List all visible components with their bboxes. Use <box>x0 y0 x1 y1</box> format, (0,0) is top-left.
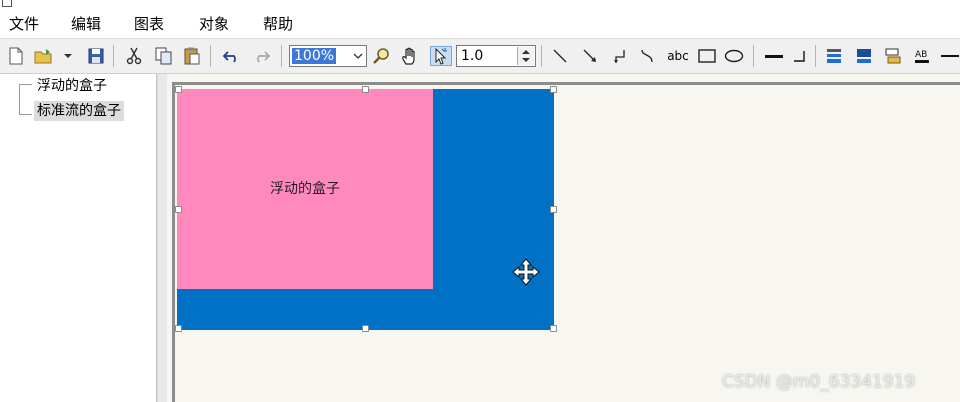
ellipse-icon[interactable] <box>724 46 744 66</box>
separator <box>753 45 754 67</box>
corner-line-icon[interactable] <box>790 46 810 66</box>
menu-bar: 文件 编辑 图表 对象 帮助 <box>0 8 960 39</box>
selection-handle[interactable] <box>550 325 557 332</box>
shadow-icon[interactable] <box>883 46 903 66</box>
spin-down-icon[interactable] <box>522 58 530 62</box>
zoom-combobox[interactable]: 100% <box>289 45 367 67</box>
text-tool-icon[interactable]: abc <box>664 46 692 66</box>
tree-connector <box>19 84 20 114</box>
line-color-icon[interactable] <box>854 46 874 66</box>
arrow-line-icon[interactable] <box>580 46 600 66</box>
new-file-icon[interactable] <box>6 46 26 66</box>
selection-handle[interactable] <box>175 206 182 213</box>
floating-box-label: 浮动的盒子 <box>270 181 340 197</box>
dash-icon[interactable] <box>940 46 960 66</box>
selection-handle[interactable] <box>362 86 369 93</box>
menu-edit[interactable]: 编辑 <box>71 13 101 34</box>
curved-connector-icon[interactable] <box>637 46 657 66</box>
title-bar <box>0 0 960 8</box>
elbow-connector-icon[interactable] <box>609 46 629 66</box>
hand-icon[interactable] <box>400 46 420 66</box>
tree-item-floating-box[interactable]: 浮动的盒子 <box>34 76 110 96</box>
open-folder-icon[interactable] <box>34 46 54 66</box>
zoom-icon[interactable] <box>371 46 391 66</box>
move-cursor-icon <box>512 258 540 286</box>
selection-handle[interactable] <box>175 86 182 93</box>
menu-chart[interactable]: 图表 <box>134 13 164 34</box>
redo-icon[interactable] <box>251 46 271 66</box>
dropdown-arrow-icon[interactable] <box>62 46 74 66</box>
watermark: CSDN @m0_63341919 <box>722 372 916 392</box>
separator <box>281 45 282 67</box>
selection-handle[interactable] <box>550 206 557 213</box>
floating-box[interactable]: 浮动的盒子 <box>177 89 433 289</box>
tree-connector <box>19 114 32 115</box>
copy-icon[interactable] <box>154 46 174 66</box>
menu-file[interactable]: 文件 <box>9 13 39 34</box>
separator <box>113 45 114 67</box>
line-width-spinner[interactable]: 1.0 <box>456 45 536 67</box>
separator <box>210 45 211 67</box>
undo-icon[interactable] <box>222 46 242 66</box>
spinner-buttons[interactable] <box>517 47 534 65</box>
svg-text:AB: AB <box>915 50 927 60</box>
font-color-icon[interactable]: AB <box>912 46 932 66</box>
tree-item-normal-flow-box[interactable]: 标准流的盒子 <box>34 101 124 121</box>
app-icon <box>2 0 12 7</box>
pointer-icon[interactable] <box>430 46 452 66</box>
menu-object[interactable]: 对象 <box>199 13 229 34</box>
canvas-border <box>172 82 175 402</box>
save-icon[interactable] <box>86 46 106 66</box>
chevron-down-icon[interactable] <box>352 46 364 72</box>
tree-connector <box>19 84 32 85</box>
line-width-value[interactable]: 1.0 <box>461 47 483 65</box>
line-icon[interactable] <box>550 46 570 66</box>
canvas-border <box>172 82 960 85</box>
zoom-value[interactable]: 100% <box>292 48 337 64</box>
cut-icon[interactable] <box>124 46 144 66</box>
menu-help[interactable]: 帮助 <box>263 13 293 34</box>
paste-icon[interactable] <box>182 46 202 66</box>
separator <box>815 45 816 67</box>
rectangle-icon[interactable] <box>697 46 717 66</box>
line-style-icon[interactable] <box>764 46 784 66</box>
selection-handle[interactable] <box>175 325 182 332</box>
selection-handle[interactable] <box>362 325 369 332</box>
selection-handle[interactable] <box>550 86 557 93</box>
object-tree-panel: 浮动的盒子 标准流的盒子 <box>0 74 157 402</box>
separator <box>541 45 542 67</box>
spin-up-icon[interactable] <box>522 50 530 54</box>
fill-color-icon[interactable] <box>824 46 844 66</box>
